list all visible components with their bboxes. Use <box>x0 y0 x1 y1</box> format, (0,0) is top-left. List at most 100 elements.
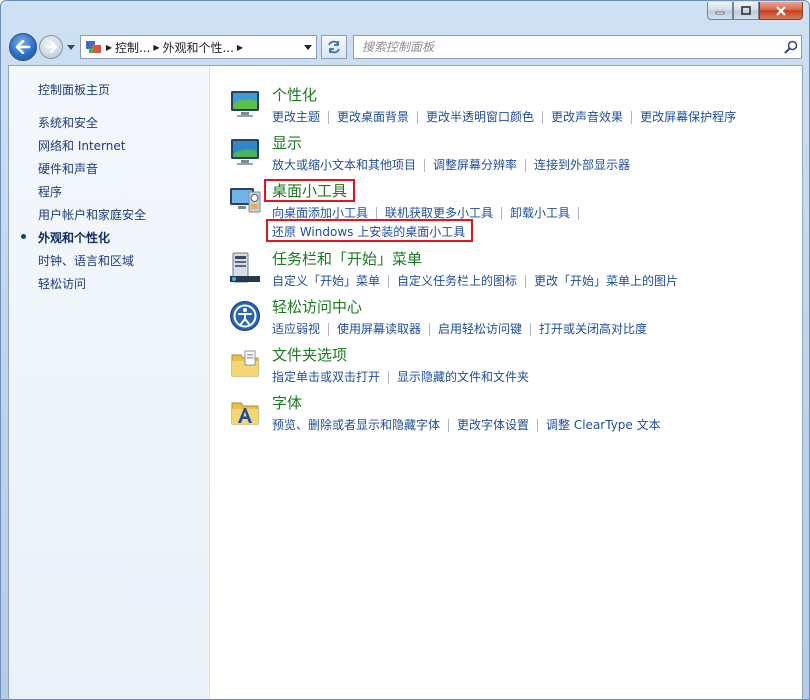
breadcrumb-control-panel[interactable]: 控制... <box>115 39 150 56</box>
link-preview-delete-fonts[interactable]: 预览、删除或者显示和隐藏字体 <box>272 418 440 432</box>
maximize-button[interactable] <box>733 2 759 20</box>
maximize-icon <box>741 6 751 15</box>
refresh-button[interactable] <box>321 35 347 59</box>
link-toggle-high-contrast[interactable]: 打开或关闭高对比度 <box>539 322 647 336</box>
link-show-hidden-files[interactable]: 显示隐藏的文件和文件夹 <box>397 370 529 384</box>
address-dropdown-button[interactable] <box>300 36 316 58</box>
link-separator <box>525 159 527 172</box>
link-use-screen-reader[interactable]: 使用屏幕读取器 <box>337 322 421 336</box>
arrow-left-icon <box>15 40 31 54</box>
link-uninstall-gadget[interactable]: 卸载小工具 <box>510 206 570 220</box>
link-change-desktop-background[interactable]: 更改桌面背景 <box>337 110 409 124</box>
sidebar-item-ease-of-access[interactable]: 轻松访问 <box>38 275 86 292</box>
sidebar-item-system-security[interactable]: 系统和安全 <box>38 114 98 131</box>
link-separator <box>424 159 426 172</box>
link-change-font-settings[interactable]: 更改字体设置 <box>457 418 529 432</box>
refresh-icon <box>328 40 340 54</box>
category-title[interactable]: 轻松访问中心 <box>272 296 362 317</box>
highlight-box-title <box>264 179 355 202</box>
link-connect-external-display[interactable]: 连接到外部显示器 <box>534 158 630 172</box>
category-links: 预览、删除或者显示和隐藏字体 更改字体设置 调整 ClearType 文本 <box>272 416 661 433</box>
link-separator <box>448 419 450 432</box>
chevron-down-icon <box>304 44 312 50</box>
breadcrumb-appearance[interactable]: 外观和个性... <box>162 39 233 56</box>
sidebar-item-user-accounts[interactable]: 用户帐户和家庭安全 <box>38 206 146 223</box>
arrow-right-icon <box>44 41 58 53</box>
forward-button[interactable] <box>39 35 63 59</box>
link-customize-start-menu[interactable]: 自定义「开始」菜单 <box>272 274 380 288</box>
link-separator <box>429 323 431 336</box>
link-separator <box>501 207 503 220</box>
breadcrumb-separator[interactable]: ▶ <box>234 43 246 52</box>
link-separator <box>388 275 390 288</box>
breadcrumb-separator[interactable]: ▶ <box>103 43 115 52</box>
minimize-button[interactable] <box>707 2 733 20</box>
link-separator <box>328 111 330 124</box>
link-add-gadgets[interactable]: 向桌面添加小工具 <box>272 206 368 220</box>
fonts-icon <box>231 402 259 425</box>
folder-options-icon <box>231 350 259 377</box>
link-separator <box>417 111 419 124</box>
category-title[interactable]: 个性化 <box>272 84 317 105</box>
category-links: 指定单击或双击打开 显示隐藏的文件和文件夹 <box>272 368 529 385</box>
link-adjust-cleartype[interactable]: 调整 ClearType 文本 <box>546 418 661 432</box>
link-get-more-gadgets-online[interactable]: 联机获取更多小工具 <box>385 206 493 220</box>
search-input[interactable] <box>354 39 781 55</box>
gadgets-icon <box>230 188 261 213</box>
category-title[interactable]: 任务栏和「开始」菜单 <box>272 248 422 269</box>
link-separator <box>578 207 580 220</box>
link-change-window-color[interactable]: 更改半透明窗口颜色 <box>426 110 534 124</box>
sidebar-item-programs[interactable]: 程序 <box>38 183 62 200</box>
category-links: 适应弱视 使用屏幕读取器 启用轻松访问键 打开或关闭高对比度 <box>272 320 647 337</box>
category-title[interactable]: 文件夹选项 <box>272 344 347 365</box>
link-resize-text[interactable]: 放大或缩小文本和其他项目 <box>272 158 416 172</box>
category-title[interactable]: 显示 <box>272 132 302 153</box>
sidebar-item-hardware-sound[interactable]: 硬件和声音 <box>38 160 98 177</box>
recent-pages-button[interactable] <box>66 42 76 52</box>
link-separator <box>631 111 633 124</box>
link-separator <box>328 323 330 336</box>
category-links: 更改主题 更改桌面背景 更改半透明窗口颜色 更改声音效果 更改屏幕保护程序 <box>272 108 736 125</box>
control-panel-icon <box>86 41 101 53</box>
sidebar: 控制面板主页 系统和安全 网络和 Internet 硬件和声音 程序 用户帐户和… <box>9 66 210 699</box>
link-change-start-menu-picture[interactable]: 更改「开始」菜单上的图片 <box>534 274 678 288</box>
link-customize-taskbar-icons[interactable]: 自定义任务栏上的图标 <box>397 274 517 288</box>
back-button[interactable] <box>9 33 37 61</box>
chevron-down-icon <box>67 44 75 50</box>
minimize-icon <box>715 11 725 14</box>
highlight-box-restore-link <box>266 219 473 242</box>
link-adjust-resolution[interactable]: 调整屏幕分辨率 <box>433 158 517 172</box>
link-separator <box>542 111 544 124</box>
display-icon <box>231 139 259 165</box>
category-links: 放大或缩小文本和其他项目 调整屏幕分辨率 连接到外部显示器 <box>272 156 630 173</box>
address-toolbar: ▶ 控制... ▶ 外观和个性... ▶ <box>1 31 809 65</box>
address-bar[interactable]: ▶ 控制... ▶ 外观和个性... ▶ <box>80 35 317 59</box>
breadcrumb-separator[interactable]: ▶ <box>150 43 162 52</box>
sidebar-item-clock-language[interactable]: 时钟、语言和区域 <box>38 252 134 269</box>
search-box <box>353 35 802 59</box>
link-separator <box>530 323 532 336</box>
close-button[interactable] <box>759 2 803 20</box>
taskbar-icon <box>230 252 260 283</box>
link-separator <box>388 371 390 384</box>
link-accommodate-low-vision[interactable]: 适应弱视 <box>272 322 320 336</box>
current-item-bullet <box>21 234 26 239</box>
content-frame: 控制面板主页 系统和安全 网络和 Internet 硬件和声音 程序 用户帐户和… <box>8 65 803 699</box>
close-icon <box>776 5 786 16</box>
link-turn-on-easy-access-keys[interactable]: 启用轻松访问键 <box>438 322 522 336</box>
ease-of-access-icon <box>230 301 260 331</box>
search-icon[interactable] <box>781 37 801 57</box>
personalization-icon <box>231 91 259 117</box>
category-title[interactable]: 字体 <box>272 392 302 413</box>
link-separator <box>525 275 527 288</box>
link-change-sound-effects[interactable]: 更改声音效果 <box>551 110 623 124</box>
sidebar-item-appearance[interactable]: 外观和个性化 <box>38 229 110 246</box>
control-panel-window: ▶ 控制... ▶ 外观和个性... ▶ 控制面板主页 <box>0 0 810 700</box>
sidebar-item-home[interactable]: 控制面板主页 <box>38 81 110 98</box>
link-change-screen-saver[interactable]: 更改屏幕保护程序 <box>640 110 736 124</box>
sidebar-item-network[interactable]: 网络和 Internet <box>38 137 125 154</box>
link-change-theme[interactable]: 更改主题 <box>272 110 320 124</box>
caption-buttons <box>707 2 803 20</box>
link-single-or-double-click[interactable]: 指定单击或双击打开 <box>272 370 380 384</box>
link-separator <box>537 419 539 432</box>
